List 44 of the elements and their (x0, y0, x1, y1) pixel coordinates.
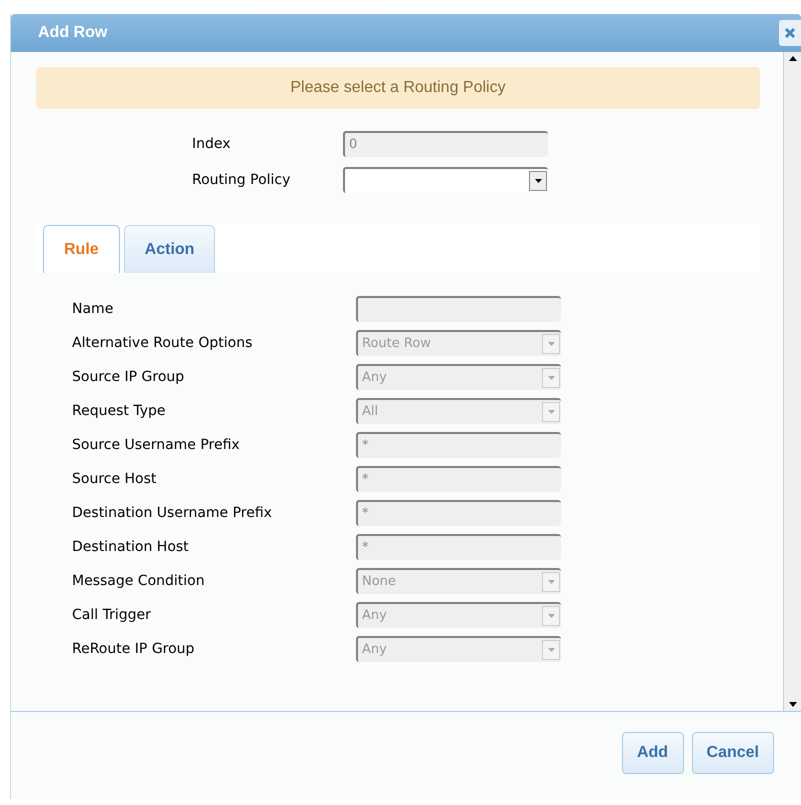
field-label: Message Condition (72, 572, 206, 590)
dropdown-field[interactable]: None (356, 568, 561, 594)
dropdown-field[interactable] (343, 167, 548, 193)
caret-icon (548, 580, 554, 584)
window-title: Add Row (38, 23, 108, 43)
field-label: ReRoute IP Group (72, 640, 196, 658)
field-label: Destination Username Prefix (72, 504, 273, 522)
text-field[interactable]: 0 (343, 131, 548, 157)
scroll-down-icon[interactable] (788, 702, 796, 707)
close-button[interactable] (779, 20, 801, 46)
caret-icon (548, 648, 554, 652)
caret-icon (534, 179, 542, 183)
caret-icon (548, 342, 554, 346)
field-label: Routing Policy (192, 170, 292, 190)
field-label: Request Type (72, 402, 166, 420)
text-field[interactable]: * (356, 534, 561, 560)
dialog-button[interactable]: Cancel (692, 732, 774, 774)
text-field[interactable] (356, 296, 561, 322)
field-label: Source IP Group (72, 368, 186, 386)
field-label: Index (192, 134, 232, 154)
close-icon (784, 27, 796, 39)
field-label: Call Trigger (72, 606, 152, 624)
dropdown-field[interactable]: All (356, 398, 561, 424)
caret-icon (548, 410, 554, 414)
text-field[interactable]: * (356, 500, 561, 526)
text-field[interactable]: * (356, 466, 561, 492)
field-label: Alternative Route Options (72, 334, 254, 352)
field-label: Source Username Prefix (72, 436, 241, 454)
scrollbar[interactable] (783, 52, 801, 711)
scroll-up-icon[interactable] (788, 56, 796, 61)
caret-icon (548, 376, 554, 380)
tab[interactable]: Action (124, 225, 216, 273)
field-label: Source Host (72, 470, 158, 488)
dropdown-field[interactable]: Route Row (356, 330, 561, 356)
field-label: Destination Host (72, 538, 190, 556)
text-field[interactable]: * (356, 432, 561, 458)
dialog-button[interactable]: Add (622, 732, 684, 774)
dropdown-field[interactable]: Any (356, 636, 561, 662)
dropdown-field[interactable]: Any (356, 364, 561, 390)
caret-icon (548, 614, 554, 618)
field-label: Name (72, 300, 114, 318)
alert-banner: Please select a Routing Policy (36, 67, 760, 109)
dropdown-field[interactable]: Any (356, 602, 561, 628)
tab[interactable]: Rule (43, 225, 120, 273)
